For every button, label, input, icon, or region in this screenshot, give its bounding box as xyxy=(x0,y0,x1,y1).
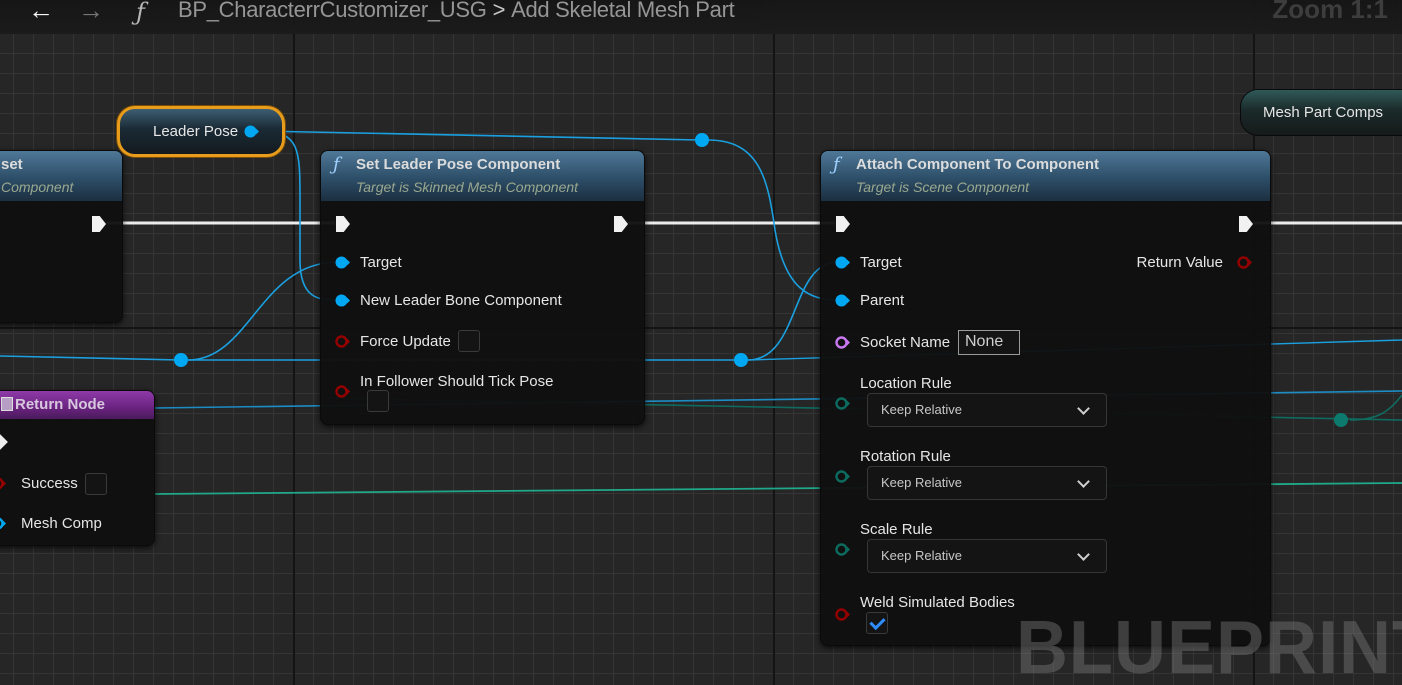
node-subtitle: Component xyxy=(1,179,74,195)
force-update-checkbox[interactable] xyxy=(458,330,480,352)
variable-label: Leader Pose xyxy=(153,123,239,140)
function-icon: ƒ xyxy=(136,0,145,26)
return-node[interactable]: Return Node Success Mesh Comp xyxy=(0,390,155,546)
zoom-level-label: Zoom 1:1 xyxy=(1272,0,1388,24)
scale-rule-pin-icon[interactable] xyxy=(835,543,850,556)
weld-pin-icon[interactable] xyxy=(835,608,850,621)
new-leader-pin-label: New Leader Bone Component xyxy=(360,292,562,309)
follower-tick-pin-icon[interactable] xyxy=(335,385,350,398)
breadcrumb-separator-icon: > xyxy=(492,0,506,22)
leader-pose-variable-node[interactable]: Leader Pose xyxy=(117,106,285,157)
target-pin-label: Target xyxy=(860,254,902,271)
dropdown-value: Keep Relative xyxy=(881,402,962,417)
forward-arrow-icon[interactable]: → xyxy=(78,0,104,23)
breadcrumb-item-function[interactable]: Add Skeletal Mesh Part xyxy=(511,0,735,22)
exec-in-pin[interactable] xyxy=(836,216,850,232)
socket-name-pin-icon[interactable] xyxy=(835,336,850,349)
node-title: Attach Component To Component xyxy=(856,156,1100,173)
exec-in-pin[interactable] xyxy=(0,434,8,450)
blueprint-watermark: BLUEPRINT xyxy=(1016,606,1402,685)
rotation-rule-pin-label: Rotation Rule xyxy=(860,448,951,465)
function-icon: ƒ xyxy=(833,154,840,175)
function-icon: ƒ xyxy=(333,154,340,175)
socket-name-pin-label: Socket Name xyxy=(860,334,951,351)
exec-in-pin[interactable] xyxy=(336,216,350,232)
socket-name-input[interactable]: None xyxy=(958,330,1020,355)
node-header: ƒ Set Leader Pose Component Target is Sk… xyxy=(321,151,644,201)
mesh-part-comps-variable-node[interactable]: Mesh Part Comps xyxy=(1240,89,1402,136)
object-pin-icon[interactable] xyxy=(244,125,259,138)
breadcrumb-item-blueprint[interactable]: BP_CharacterrCustomizer_USG xyxy=(178,0,487,22)
node-header: set Component xyxy=(0,151,122,201)
chevron-down-icon xyxy=(1077,475,1090,488)
set-leader-pose-component-node[interactable]: ƒ Set Leader Pose Component Target is Sk… xyxy=(320,150,645,425)
new-leader-pin-icon[interactable] xyxy=(335,294,350,307)
rotation-rule-pin-icon[interactable] xyxy=(835,470,850,483)
follower-tick-pin-label: In Follower Should Tick Pose xyxy=(360,373,554,390)
scale-rule-pin-label: Scale Rule xyxy=(860,521,933,538)
node-header: Return Node xyxy=(0,391,154,419)
weld-pin-label: Weld Simulated Bodies xyxy=(860,594,1015,611)
node-title: Set Leader Pose Component xyxy=(356,156,561,173)
follower-tick-checkbox[interactable] xyxy=(367,390,389,412)
location-rule-pin-label: Location Rule xyxy=(860,375,952,392)
back-arrow-icon[interactable]: ← xyxy=(28,0,54,23)
force-update-pin-label: Force Update xyxy=(360,333,451,350)
parent-pin-label: Parent xyxy=(860,292,905,309)
exec-out-pin[interactable] xyxy=(614,216,628,232)
location-rule-dropdown[interactable]: Keep Relative xyxy=(867,393,1107,427)
variable-label: Mesh Part Comps xyxy=(1263,104,1384,121)
location-rule-pin-icon[interactable] xyxy=(835,397,850,410)
partial-function-node[interactable]: set Component xyxy=(0,150,123,323)
success-pin-label: Success xyxy=(21,475,78,492)
attach-component-to-component-node[interactable]: ƒ Attach Component To Component Target i… xyxy=(820,150,1271,646)
rotation-rule-dropdown[interactable]: Keep Relative xyxy=(867,466,1107,500)
mesh-comp-pin-icon[interactable] xyxy=(0,517,6,530)
scale-rule-dropdown[interactable]: Keep Relative xyxy=(867,539,1107,573)
mesh-comp-pin-label: Mesh Comp xyxy=(21,515,102,532)
node-title: Return Node xyxy=(15,396,105,413)
chevron-down-icon xyxy=(1077,402,1090,415)
node-subtitle: Target is Scene Component xyxy=(856,179,1030,195)
node-subtitle: Target is Skinned Mesh Component xyxy=(356,179,579,195)
return-value-pin-label: Return Value xyxy=(1136,254,1223,271)
weld-checkbox[interactable] xyxy=(866,612,888,634)
return-value-pin-icon[interactable] xyxy=(1237,256,1252,269)
parent-pin-icon[interactable] xyxy=(835,294,850,307)
target-pin-icon[interactable] xyxy=(835,256,850,269)
chevron-down-icon xyxy=(1077,548,1090,561)
breadcrumb: BP_CharacterrCustomizer_USG > Add Skeletal… xyxy=(178,0,735,23)
success-pin-icon[interactable] xyxy=(0,477,6,490)
target-pin-label: Target xyxy=(360,254,402,271)
return-node-icon xyxy=(1,397,13,411)
node-header: ƒ Attach Component To Component Target i… xyxy=(821,151,1270,201)
force-update-pin-icon[interactable] xyxy=(335,335,350,348)
exec-out-pin[interactable] xyxy=(1239,216,1253,232)
target-pin-icon[interactable] xyxy=(335,256,350,269)
dropdown-value: Keep Relative xyxy=(881,475,962,490)
exec-out-pin[interactable] xyxy=(92,216,106,232)
node-title: set xyxy=(1,156,23,173)
dropdown-value: Keep Relative xyxy=(881,548,962,563)
success-checkbox[interactable] xyxy=(85,473,107,495)
graph-toolbar: ← → ƒ BP_CharacterrCustomizer_USG > Add Sk… xyxy=(0,0,1402,34)
